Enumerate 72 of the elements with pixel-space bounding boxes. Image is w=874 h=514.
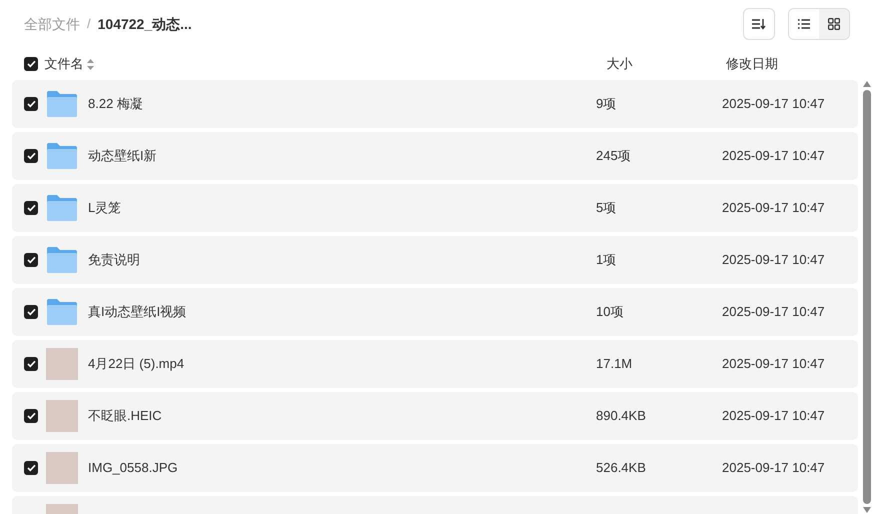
modified-date: 2025-09-17 10:47 [722,407,826,426]
file-size: 526.4KB [596,459,647,478]
file-row[interactable]: 真I动态壁纸I视频 10项 2025-09-17 10:47 [12,288,858,336]
check-icon [26,360,36,368]
file-size: 17.1M [596,355,634,374]
file-row[interactable]: L灵笼 5项 2025-09-17 10:47 [12,184,858,232]
file-name[interactable]: 4月22日 (5).mp4 [88,354,596,374]
modified-date: 2025-09-17 10:47 [722,95,826,114]
modified-date: 2025-09-17 10:47 [722,459,826,478]
file-row[interactable]: 8.22 梅凝 9项 2025-09-17 10:47 [12,80,858,128]
breadcrumb-separator: / [87,15,91,34]
sort-icon[interactable] [86,58,94,70]
check-icon [26,464,36,472]
grid-view-button[interactable] [819,9,849,39]
file-row[interactable]: 4月22日 (5).mp4 17.1M 2025-09-17 10:47 [12,340,858,388]
file-name[interactable]: 免责说明 [88,250,596,270]
file-size: 5项 [596,199,618,218]
scrollbar[interactable] [860,80,874,514]
file-row[interactable]: 不眨眼.HEIC 890.4KB 2025-09-17 10:47 [12,392,858,440]
check-icon [26,308,36,316]
sort-button[interactable] [743,8,775,40]
file-size: 10项 [596,303,624,322]
folder-icon [46,246,78,274]
folder-icon [46,142,78,170]
photo-placeholder [46,400,78,432]
scroll-down-icon[interactable] [862,506,872,514]
column-header[interactable]: 文件名 [44,54,84,74]
checkbox[interactable] [24,201,38,215]
checkbox[interactable] [24,149,38,163]
checkbox[interactable] [24,97,38,111]
checkbox[interactable] [24,357,38,371]
file-name[interactable]: 动态壁纸I新 [88,146,596,166]
check-icon [26,412,36,420]
file-size: 9项 [596,95,618,114]
sort-icon [752,18,766,30]
folder-icon [46,194,78,222]
check-icon [26,204,36,212]
modified-date: 2025-09-17 10:47 [722,199,826,218]
check-icon [26,256,36,264]
grid-icon [828,18,840,30]
checkbox[interactable] [24,409,38,423]
file-name[interactable]: L灵笼 [88,198,596,218]
photo-placeholder [46,452,78,484]
file-size: 890.4KB [596,407,647,426]
file-name[interactable]: 8.22 梅凝 [88,94,596,114]
checkbox[interactable] [24,461,38,475]
folder-icon [46,298,78,326]
modified-date: 2025-09-17 10:47 [722,303,826,322]
file-size: 1项 [596,251,618,270]
photo-placeholder [46,348,78,380]
list-icon [798,19,810,29]
folder-icon [46,90,78,118]
file-name[interactable]: IMG_0558.JPG [88,458,596,478]
checkbox[interactable] [24,57,38,71]
check-icon [26,152,36,160]
column-header[interactable]: 修改日期 [726,54,850,74]
modified-date: 2025-09-17 10:47 [722,251,826,270]
scroll-up-icon[interactable] [862,80,872,88]
file-row[interactable]: 动态壁纸I新 245项 2025-09-17 10:47 [12,132,858,180]
file-row[interactable]: 免责说明 1项 2025-09-17 10:47 [12,236,858,284]
checkbox[interactable] [24,305,38,319]
modified-date: 2025-09-17 10:47 [722,147,826,166]
check-icon [26,100,36,108]
file-row[interactable]: IMG_0558.JPG 526.4KB 2025-09-17 10:47 [12,444,858,492]
check-icon [26,60,36,68]
file-name[interactable]: 真I动态壁纸I视频 [88,302,596,322]
file-size: 245项 [596,147,632,166]
file-name[interactable]: 不眨眼.HEIC [88,406,596,426]
current-folder: 104722_动态... [98,14,192,34]
column-header[interactable]: 大小 [600,54,726,74]
modified-date: 2025-09-17 10:47 [722,355,826,374]
checkbox[interactable] [24,253,38,267]
